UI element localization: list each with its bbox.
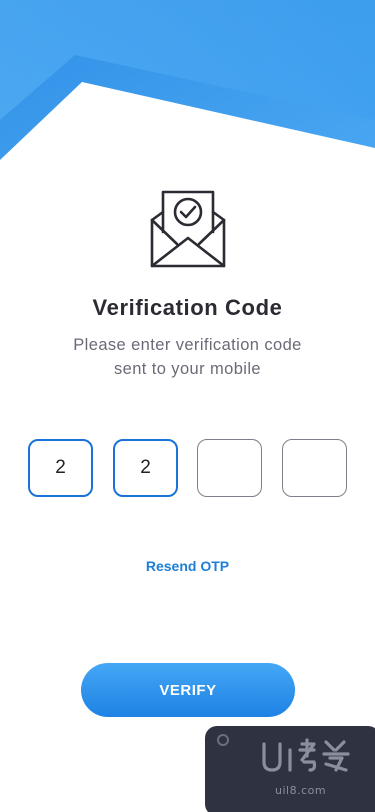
subtitle-line-1: Please enter verification code — [73, 336, 302, 354]
mail-check-icon — [150, 190, 226, 268]
watermark-domain: uil8.com — [275, 784, 327, 797]
subtitle: Please enter verification code sent to y… — [50, 333, 325, 381]
verify-button[interactable]: VERIFY — [81, 663, 295, 717]
page-title: Verification Code — [92, 295, 283, 320]
watermark-badge: uil8.com — [205, 726, 375, 812]
otp-digit-3[interactable] — [197, 439, 262, 497]
otp-digit-4[interactable] — [282, 439, 347, 497]
otp-input-group: 2 2 — [28, 439, 348, 497]
verification-screen: Verification Code Please enter verificat… — [0, 0, 375, 812]
watermark-dot-icon — [217, 734, 229, 746]
header-background — [0, 0, 375, 170]
resend-otp-link[interactable]: Resend OTP — [0, 558, 375, 574]
otp-digit-1[interactable]: 2 — [28, 439, 93, 497]
otp-digit-2[interactable]: 2 — [113, 439, 178, 497]
subtitle-line-2: sent to your mobile — [113, 360, 261, 378]
watermark-logo — [262, 738, 350, 772]
